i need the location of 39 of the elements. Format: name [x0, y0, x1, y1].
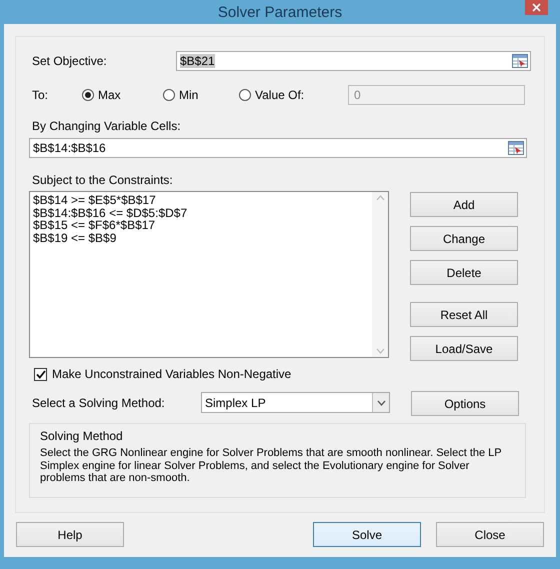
scroll-up-icon[interactable] [376, 195, 384, 201]
constraints-list[interactable]: $B$14 >= $E$5*$B$17 $B$14:$B$16 <= $D$5:$D$7 $B$15 <= $F$6*$B$17 $B$19 <= $B$9 [29, 191, 389, 358]
field-label: Select a Solving Method: [32, 396, 166, 410]
scroll-down-icon[interactable] [376, 348, 384, 354]
group-title: Solving Method [40, 429, 124, 443]
dialog-button[interactable]: Solve [313, 522, 421, 547]
objective-field[interactable]: $B$21 [176, 51, 531, 71]
range-select-icon [512, 54, 528, 68]
field-label: Subject to the Constraints: [32, 173, 173, 187]
checkbox[interactable] [34, 368, 47, 380]
window-title: Solver Parameters [218, 4, 342, 20]
group-description: Select the GRG Nonlinear engine for Solver Problems that are smooth nonlinear. Select the LP Simplex engine for linear Solver Problems, and select the Evolutionary engine for Solver problems that are non-smooth. [40, 447, 502, 484]
radio-option[interactable]: Min [163, 88, 239, 102]
checkbox-label: Make Unconstrained Variables Non-Negative [52, 367, 292, 381]
field-label: By Changing Variable Cells: [32, 119, 181, 133]
radio-option[interactable]: Max [82, 88, 163, 102]
options-button[interactable]: Options [411, 391, 519, 416]
dialog-button[interactable]: Help [16, 522, 124, 547]
constraint-item[interactable]: $B$15 <= $F$6*$B$17 [33, 219, 369, 232]
range-select-icon [508, 141, 524, 155]
variable-cells-field[interactable]: $B$14:$B$16 [29, 138, 527, 158]
constraint-item[interactable]: $B$14 >= $E$5*$B$17 [33, 194, 369, 206]
constraint-button[interactable]: Reset All [410, 302, 518, 327]
close-icon [532, 3, 541, 12]
field-label: Set Objective: [32, 54, 108, 68]
constraint-button[interactable]: Load/Save [410, 336, 518, 361]
constraint-item[interactable]: $B$14:$B$16 <= $D$5:$D$7 [33, 206, 369, 219]
dialog-button[interactable]: Close [436, 522, 544, 547]
caret-icon [376, 400, 386, 406]
field-label: To: [32, 88, 50, 102]
constraint-button[interactable]: Delete [410, 260, 518, 285]
constraint-button[interactable]: Add [410, 192, 518, 217]
solving-method-dropdown[interactable]: Simplex LP [201, 392, 390, 413]
constraint-button[interactable]: Change [410, 226, 518, 251]
close-button[interactable] [525, 0, 548, 15]
constraint-item[interactable]: $B$19 <= $B$9 [33, 232, 369, 244]
radio-option[interactable]: Value Of: [239, 88, 348, 102]
scrollbar[interactable] [372, 192, 388, 357]
check-icon [36, 370, 46, 378]
